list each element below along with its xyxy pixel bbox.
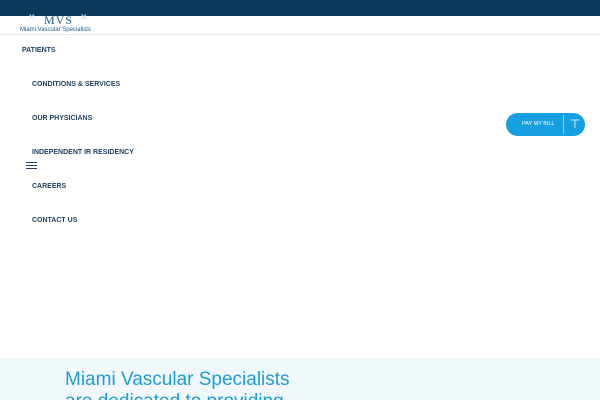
nav-item-conditions-services[interactable]: CONDITIONS & SERVICES — [32, 81, 120, 88]
header-divider — [0, 34, 600, 35]
pay-bill-divider — [563, 115, 564, 134]
nav-item-our-physicians[interactable]: OUR PHYSICIANS — [32, 115, 92, 122]
logo-mark: MVS — [44, 13, 74, 27]
star-left-icon: ✕ — [28, 12, 36, 22]
logo-tagline: Miami Vascular Specialists — [20, 27, 91, 33]
nav-item-patients[interactable]: PATIENTS — [22, 47, 56, 54]
hero-section: Miami Vascular Specialists are dedicated… — [0, 358, 600, 400]
hamburger-menu-icon[interactable] — [26, 162, 37, 170]
hero-title-line1: Miami Vascular Specialists — [65, 369, 290, 390]
nav-item-careers[interactable]: CAREERS — [32, 183, 66, 190]
nav-item-contact-us[interactable]: CONTACT US — [32, 217, 77, 224]
star-right-icon: ✕ — [80, 12, 88, 22]
pay-my-bill-button[interactable]: PAY MY BILL ⊤ — [506, 113, 585, 136]
hero-title-line2: are dedicated to providing — [65, 391, 284, 400]
nav-item-ir-residency[interactable]: INDEPENDENT IR RESIDENCY — [32, 149, 134, 156]
arrow-up-icon: ⊤ — [569, 117, 581, 131]
site-logo[interactable]: ✕ MVS ✕ Miami Vascular Specialists — [18, 8, 100, 36]
pay-my-bill-label: PAY MY BILL — [522, 121, 555, 127]
